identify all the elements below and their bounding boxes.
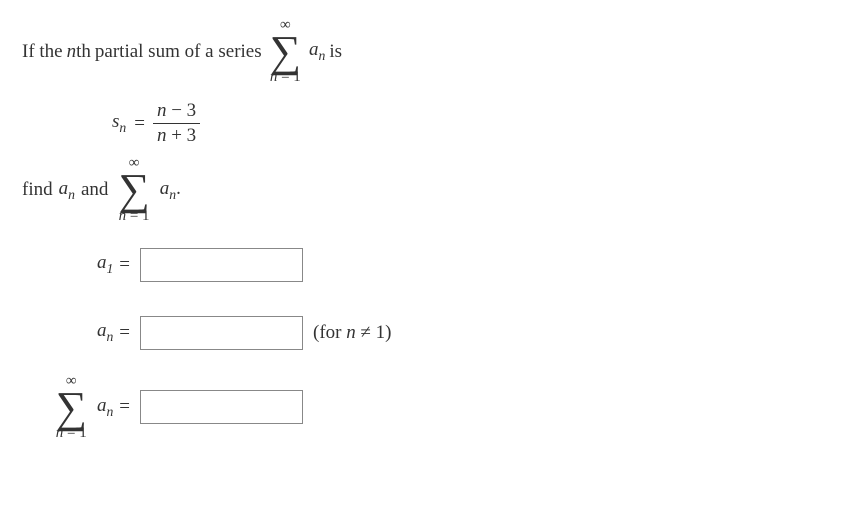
var-n: n [67,41,77,62]
sigma-icon: ∑ [118,171,149,208]
answer-row-sum: ∞ ∑ n = 1 an = [22,374,828,441]
sigma-lower: n = 1 [119,209,150,224]
sigma-icon: ∑ [56,389,87,426]
label-a1: a1 = [62,252,130,277]
label-an: an = [62,320,130,345]
series-term: an. [160,178,181,203]
condition-text: (for n ≠ 1) [313,322,392,344]
answer-row-an: an = (for n ≠ 1) [62,306,828,360]
equals: = [134,113,145,135]
find-instruction: find an and ∞ ∑ n = 1 an. [22,156,828,223]
text: partial sum of a series [95,41,262,63]
prompt-line-1: If the nth partial sum of a series ∞ ∑ n… [22,18,828,85]
sigma-notation: ∞ ∑ n = 1 [56,374,87,441]
s-sub-n: sn [112,111,126,136]
answer-row-a1: a1 = [62,238,828,292]
a-sub-n: an [59,178,75,203]
text: is [329,41,342,63]
label-sum: ∞ ∑ n = 1 an = [22,374,130,441]
fraction: n − 3 n + 3 [153,101,200,146]
text: If the [22,41,63,63]
partial-sum-formula: sn = n − 3 n + 3 [112,101,828,146]
sigma-icon: ∑ [270,33,301,70]
sigma-notation: ∞ ∑ n = 1 [118,156,149,223]
sigma-lower: n = 1 [270,70,301,85]
sigma-notation: ∞ ∑ n = 1 [270,18,301,85]
sum-input[interactable] [140,390,303,424]
an-input[interactable] [140,316,303,350]
series-term: an [309,39,325,64]
text: and [81,179,108,201]
text: find [22,179,53,201]
a1-input[interactable] [140,248,303,282]
text: th [76,41,91,62]
